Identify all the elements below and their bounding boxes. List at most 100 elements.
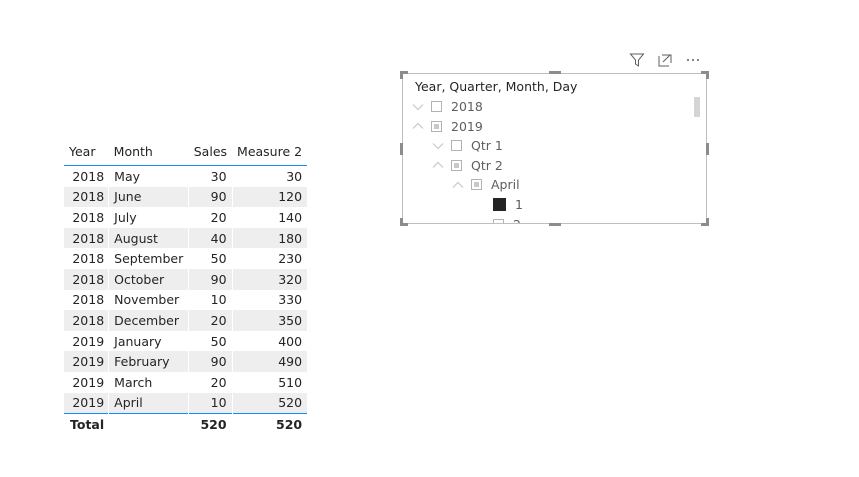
year-cell: 2018 bbox=[72, 251, 105, 267]
year-cell: 2018 bbox=[64, 268, 109, 290]
month-cell: January bbox=[108, 330, 189, 352]
total-measure-2: 520 bbox=[231, 413, 308, 436]
column-header-measure-2[interactable]: Measure 2 bbox=[232, 138, 308, 166]
total-month-cell bbox=[108, 413, 189, 436]
slicer-item[interactable]: 2 bbox=[493, 215, 521, 223]
hierarchy-slicer[interactable]: Year, Quarter, Month, Day 2018 2019 Qtr 1 Q… bbox=[402, 73, 707, 224]
table-visual[interactable]: Year Month Sales Measure 2 2018 May 30 30 20… bbox=[64, 138, 308, 436]
month-cell: July bbox=[108, 207, 189, 228]
sales-cell: 10 bbox=[188, 392, 233, 414]
sales-cell: 90 bbox=[188, 351, 233, 372]
measure-2-cell: 30 bbox=[231, 165, 308, 187]
sales-cell: 90 bbox=[188, 268, 233, 290]
slicer-item[interactable]: 2018 bbox=[411, 97, 483, 116]
table-row[interactable]: 2019 April 10 520 bbox=[64, 392, 308, 414]
measure-2-cell: 490 bbox=[231, 351, 308, 372]
table-row[interactable]: 2019 March 20 510 bbox=[64, 371, 308, 393]
month-cell: June bbox=[108, 186, 189, 208]
month-cell: September bbox=[108, 248, 189, 269]
slicer-item-checkbox[interactable] bbox=[451, 140, 462, 152]
measure-2-cell: 230 bbox=[231, 248, 308, 269]
table-total-row: Total 520 520 bbox=[64, 413, 308, 436]
resize-handle-bottom-right-vertical[interactable] bbox=[706, 218, 709, 226]
table-row[interactable]: 2018 June 90 120 bbox=[64, 186, 308, 208]
slicer-item-checkbox[interactable] bbox=[471, 179, 482, 191]
measure-2-cell: 520 bbox=[231, 392, 308, 414]
slicer-title: Year, Quarter, Month, Day bbox=[415, 79, 578, 94]
table-row[interactable]: 2018 August 40 180 bbox=[64, 227, 308, 249]
month-cell: April bbox=[108, 392, 189, 414]
year-cell: 2019 bbox=[72, 374, 105, 390]
slicer-item-label: 1 bbox=[515, 197, 523, 212]
resize-handle-left-middle[interactable] bbox=[400, 143, 403, 155]
chevron-up-icon[interactable] bbox=[431, 158, 445, 172]
filter-icon[interactable] bbox=[628, 51, 646, 69]
slicer-header-icons bbox=[628, 50, 702, 70]
slicer-item-checkbox[interactable] bbox=[451, 159, 462, 171]
year-cell: 2019 bbox=[64, 351, 109, 372]
resize-handle-right-middle[interactable] bbox=[706, 143, 709, 155]
slicer-item-checkbox[interactable] bbox=[493, 218, 504, 223]
month-cell: November bbox=[108, 289, 189, 311]
sales-cell: 20 bbox=[188, 371, 233, 393]
resize-handle-top-left-vertical[interactable] bbox=[400, 71, 403, 79]
slicer-item-label: 2 bbox=[513, 217, 521, 223]
measure-2-cell: 510 bbox=[231, 371, 308, 393]
year-cell: 2018 bbox=[64, 310, 109, 331]
measure-2-cell: 400 bbox=[231, 330, 308, 352]
slicer-item-label: 2018 bbox=[451, 99, 483, 114]
column-header-sales[interactable]: Sales bbox=[188, 138, 233, 166]
table-row[interactable]: 2019 February 90 490 bbox=[64, 351, 308, 372]
chevron-down-icon[interactable] bbox=[411, 100, 425, 114]
sales-cell: 40 bbox=[188, 227, 233, 249]
sales-cell: 50 bbox=[188, 248, 233, 269]
measure-2-cell: 120 bbox=[231, 186, 308, 208]
focus-mode-icon[interactable] bbox=[656, 51, 674, 69]
total-sales: 520 bbox=[188, 413, 233, 436]
table-row[interactable]: 2018 October 90 320 bbox=[64, 268, 308, 290]
resize-handle-bottom-middle[interactable] bbox=[549, 223, 561, 226]
year-cell: 2019 bbox=[64, 392, 109, 414]
column-header-year[interactable]: Year bbox=[64, 138, 109, 166]
column-header-month[interactable]: Month bbox=[108, 138, 189, 166]
table-row[interactable]: 2018 July 20 140 bbox=[64, 207, 308, 228]
chevron-up-icon[interactable] bbox=[411, 119, 425, 133]
month-cell: February bbox=[108, 351, 189, 372]
chevron-down-icon[interactable] bbox=[431, 139, 445, 153]
sales-cell: 20 bbox=[188, 207, 233, 228]
resize-handle-top-right-vertical[interactable] bbox=[706, 71, 709, 79]
month-cell: December bbox=[108, 310, 189, 331]
sales-cell: 30 bbox=[188, 165, 233, 187]
slicer-item[interactable]: Qtr 2 bbox=[431, 156, 503, 175]
measure-2-cell: 180 bbox=[231, 227, 308, 249]
measure-2-cell: 140 bbox=[231, 207, 308, 228]
slicer-item[interactable]: 1 bbox=[493, 195, 523, 214]
chevron-up-icon[interactable] bbox=[451, 178, 465, 192]
table-row[interactable]: 2018 November 10 330 bbox=[64, 289, 308, 311]
year-cell: 2018 bbox=[64, 227, 109, 249]
year-cell: 2019 bbox=[72, 333, 105, 349]
table-row[interactable]: 2018 September 50 230 bbox=[64, 248, 308, 269]
slicer-item-label: April bbox=[491, 177, 520, 193]
measure-2-cell: 320 bbox=[231, 268, 308, 290]
slicer-item-checkbox[interactable] bbox=[493, 198, 506, 211]
slicer-item[interactable]: Qtr 1 bbox=[431, 136, 503, 155]
month-cell: October bbox=[108, 268, 189, 290]
year-cell: 2018 bbox=[72, 168, 105, 184]
slicer-item[interactable]: April bbox=[451, 175, 520, 194]
sales-cell: 90 bbox=[188, 186, 233, 208]
table-row[interactable]: 2018 May 30 30 bbox=[64, 165, 308, 187]
resize-handle-top-middle[interactable] bbox=[549, 71, 561, 74]
slicer-item[interactable]: 2019 bbox=[411, 117, 483, 136]
table-row[interactable]: 2018 December 20 350 bbox=[64, 310, 308, 331]
month-cell: May bbox=[108, 165, 189, 187]
table-row[interactable]: 2019 January 50 400 bbox=[64, 330, 308, 352]
measure-2-cell: 350 bbox=[231, 310, 308, 331]
slicer-scrollbar[interactable] bbox=[694, 97, 700, 117]
slicer-item-checkbox[interactable] bbox=[431, 120, 442, 132]
slicer-item-checkbox[interactable] bbox=[431, 101, 442, 112]
sales-table: Year Month Sales Measure 2 2018 May 30 30 20… bbox=[64, 138, 308, 436]
resize-handle-bottom-left-vertical[interactable] bbox=[400, 218, 403, 226]
slicer-item-label: 2019 bbox=[451, 118, 483, 134]
more-options-icon[interactable] bbox=[684, 51, 702, 69]
